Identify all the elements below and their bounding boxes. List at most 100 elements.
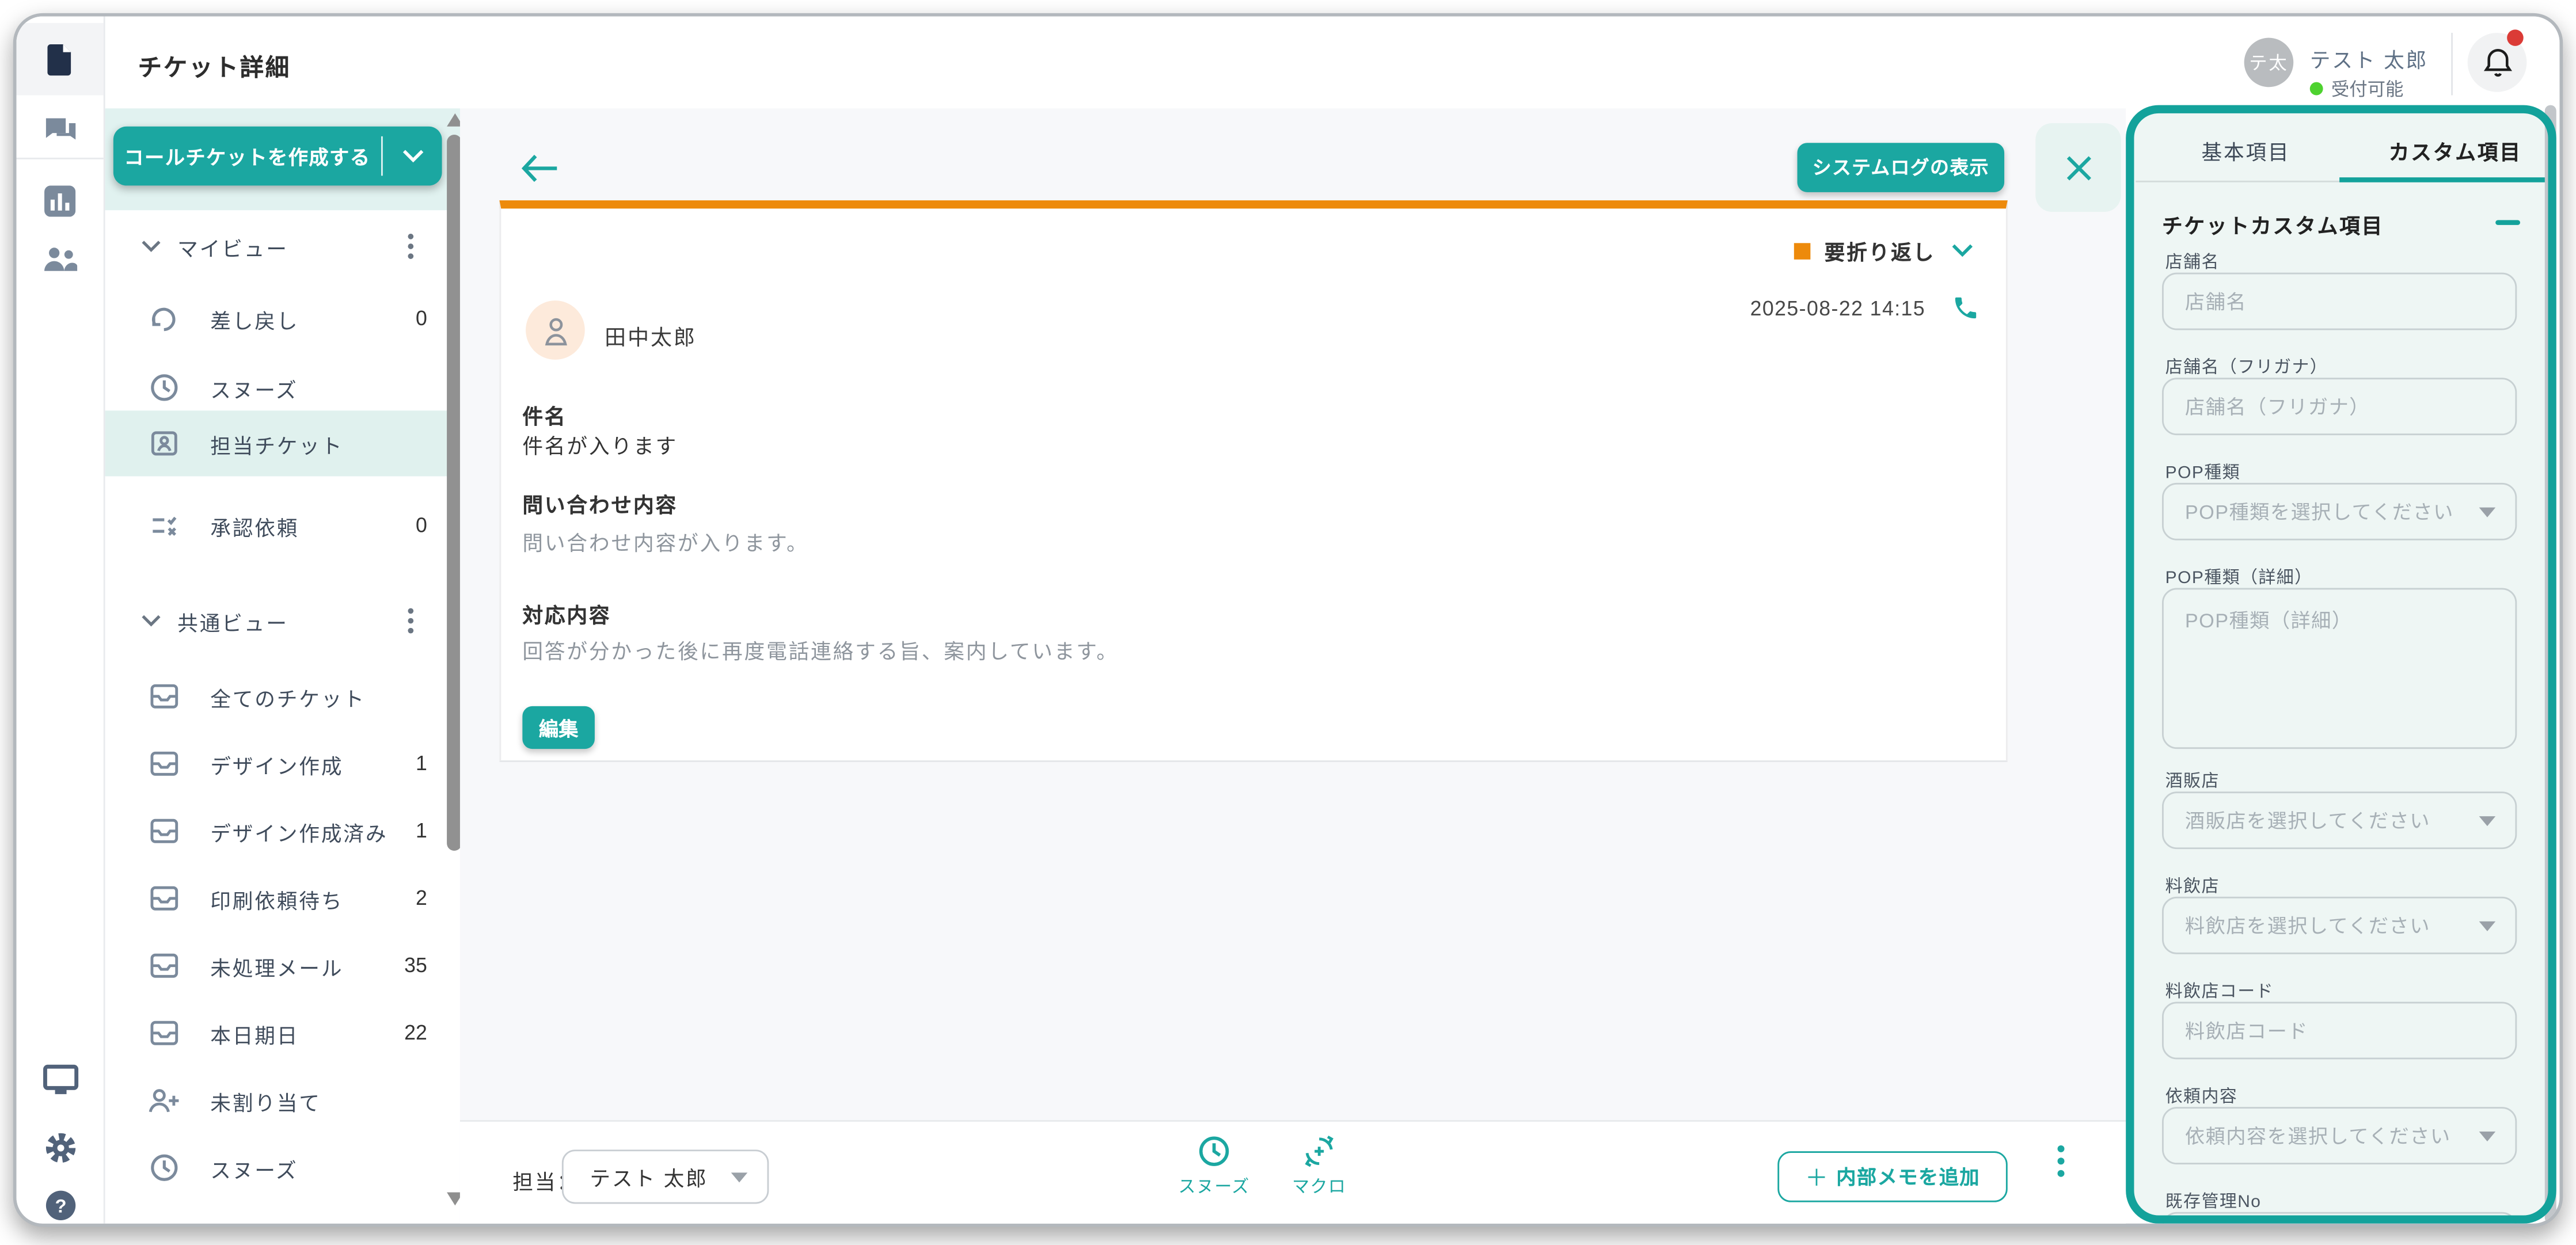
- tab-basic-fields[interactable]: 基本項目: [2201, 135, 2290, 166]
- field-label: 店舗名（フリガナ）: [2165, 355, 2328, 379]
- ticket-card: 要折り返し 田中太郎 2025-08-22 14:15 件名 件名が入ります 問…: [499, 200, 2007, 762]
- ticket-views-sidebar: コールチケットを作成する マイビュー 差し戻し 0: [105, 108, 460, 1223]
- inquiry-value: 問い合わせ内容が入ります。: [522, 526, 808, 557]
- header-divider: [2451, 33, 2453, 95]
- snooze-action-button[interactable]: スヌーズ: [1165, 1135, 1263, 1199]
- sidebar-item-due-today[interactable]: 本日期日 22: [105, 1010, 450, 1056]
- app-window: チケット詳細 テ太 テスト 太郎 受付可能: [13, 13, 2563, 1227]
- inquiry-label: 問い合わせ内容: [522, 488, 678, 519]
- top-bar: チケット詳細 テ太 テスト 太郎 受付可能: [17, 17, 2560, 109]
- more-options-icon[interactable]: [408, 608, 414, 634]
- field-label: 依頼内容: [2165, 1084, 2238, 1109]
- triangle-down-icon: [2479, 1131, 2496, 1141]
- inbox-icon: [148, 885, 181, 912]
- nav-section-shared-views[interactable]: 共通ビュー: [105, 598, 450, 644]
- user-status: 受付可能: [2310, 75, 2404, 102]
- rail-divider: [17, 158, 104, 159]
- response-label: 対応内容: [522, 598, 611, 629]
- macro-action-button[interactable]: マクロ: [1270, 1135, 1369, 1199]
- gear-icon: [44, 1132, 77, 1164]
- request-content-select[interactable]: 依頼内容を選択してください: [2162, 1107, 2517, 1164]
- store-name-input[interactable]: [2162, 273, 2517, 330]
- sidebar-item-design-done[interactable]: デザイン作成済み 1: [105, 808, 450, 854]
- create-call-ticket-label: コールチケットを作成する: [113, 142, 381, 170]
- inbox-icon: [148, 818, 181, 844]
- edit-button[interactable]: 編集: [522, 706, 595, 749]
- restaurant-code-input[interactable]: [2162, 1002, 2517, 1060]
- sidebar-item-snooze-shared[interactable]: スヌーズ: [105, 1145, 450, 1191]
- bell-icon: [2482, 45, 2513, 79]
- rail-item-workspace[interactable]: [17, 1043, 104, 1115]
- custom-fields-panel: 基本項目 カスタム項目 チケットカスタム項目 店舗名 店舗名（フリガナ） POP…: [2126, 105, 2556, 1224]
- nav-section-my-views[interactable]: マイビュー: [105, 223, 450, 269]
- tab-custom-fields[interactable]: カスタム項目: [2389, 135, 2522, 166]
- ticket-datetime-row: 2025-08-22 14:15: [1750, 294, 1980, 322]
- sidebar-item-returned[interactable]: 差し戻し 0: [105, 296, 450, 342]
- field-label: POP種類: [2165, 460, 2240, 485]
- customer-name: 田中太郎: [605, 320, 697, 351]
- restaurant-select[interactable]: 料飲店を選択してください: [2162, 897, 2517, 954]
- back-button[interactable]: [519, 153, 558, 184]
- field-label: 料飲店コード: [2165, 979, 2274, 1004]
- pop-type-detail-textarea[interactable]: [2162, 588, 2517, 749]
- sidebar-item-unassigned[interactable]: 未割り当て: [105, 1078, 450, 1124]
- inbox-icon: [148, 751, 181, 777]
- subject-label: 件名: [522, 399, 567, 430]
- chevron-down-icon[interactable]: [383, 150, 442, 163]
- plus-icon: ＋: [1805, 1160, 1828, 1193]
- sidebar-item-approval-requests[interactable]: 承認依頼 0: [105, 502, 450, 549]
- sidebar-item-assigned-tickets[interactable]: 担当チケット: [105, 410, 460, 476]
- user-avatar[interactable]: テ太: [2244, 38, 2294, 87]
- monitor-icon: [42, 1064, 78, 1095]
- field-label: 既存管理No: [2165, 1189, 2262, 1214]
- chat-icon: [44, 117, 77, 146]
- triangle-down-icon: [731, 1172, 748, 1182]
- create-call-ticket-button[interactable]: コールチケットを作成する: [113, 127, 442, 186]
- sidebar-scrollbar[interactable]: [447, 135, 462, 851]
- chevron-down-icon: [141, 614, 161, 627]
- sidebar-item-design-create[interactable]: デザイン作成 1: [105, 741, 450, 787]
- more-actions-button[interactable]: [2057, 1145, 2065, 1178]
- chevron-down-icon: [1952, 243, 1973, 258]
- liquor-store-select[interactable]: 酒販店を選択してください: [2162, 791, 2517, 849]
- rail-item-help[interactable]: ?: [17, 1170, 104, 1227]
- screenshot-stage: チケット詳細 テ太 テスト 太郎 受付可能: [0, 0, 2576, 1245]
- sidebar-item-print-waiting[interactable]: 印刷依頼待ち 2: [105, 875, 450, 922]
- customer-avatar: [526, 300, 585, 360]
- pop-type-select[interactable]: POP種類を選択してください: [2162, 483, 2517, 540]
- ticket-detail-main: システムログの表示 要折り返し 田中太郎 2025-08-22 14:: [460, 108, 2126, 1223]
- return-icon: [148, 306, 181, 332]
- triangle-down-icon: [2479, 920, 2496, 930]
- triangle-down-icon: [2479, 816, 2496, 825]
- sidebar-item-snooze[interactable]: スヌーズ: [105, 364, 450, 410]
- store-name-kana-input[interactable]: [2162, 378, 2517, 435]
- page-scrollbar[interactable]: [2545, 105, 2556, 1224]
- sidebar-item-unprocessed-mail[interactable]: 未処理メール 35: [105, 943, 450, 989]
- ticket-action-bar: 担当： テスト 太郎 スヌーズ マクロ ＋ 内部メモを追加: [460, 1120, 2126, 1227]
- document-icon: [44, 42, 75, 77]
- chevron-down-icon: [141, 240, 161, 253]
- rail-item-chat[interactable]: [17, 95, 104, 167]
- sidebar-item-all-tickets[interactable]: 全てのチケット: [105, 673, 450, 719]
- icon-rail: ?: [17, 17, 105, 1224]
- collapse-minus-icon[interactable]: [2495, 220, 2520, 224]
- help-icon: ?: [44, 1189, 77, 1222]
- user-name: テスト 太郎: [2310, 43, 2428, 75]
- more-options-icon[interactable]: [408, 233, 414, 260]
- macro-icon: [1303, 1135, 1336, 1168]
- existing-management-no-input[interactable]: [2162, 1212, 2517, 1227]
- assignee-select[interactable]: テスト 太郎: [562, 1149, 769, 1204]
- rail-item-customers[interactable]: [17, 223, 104, 296]
- close-button[interactable]: [2035, 123, 2121, 212]
- rail-item-tickets[interactable]: [17, 23, 104, 96]
- clock-icon: [1198, 1135, 1230, 1168]
- field-label: 店舗名: [2165, 250, 2220, 275]
- clock-icon: [148, 1153, 181, 1182]
- callback-status-dropdown[interactable]: 要折り返し: [1795, 235, 1973, 266]
- add-internal-note-button[interactable]: ＋ 内部メモを追加: [1777, 1151, 2007, 1202]
- field-label: 料飲店: [2165, 874, 2220, 898]
- active-tab-underline: [2339, 177, 2547, 182]
- show-system-log-button[interactable]: システムログの表示: [1798, 143, 2005, 192]
- clock-icon: [148, 373, 181, 402]
- badge-icon: [148, 429, 181, 458]
